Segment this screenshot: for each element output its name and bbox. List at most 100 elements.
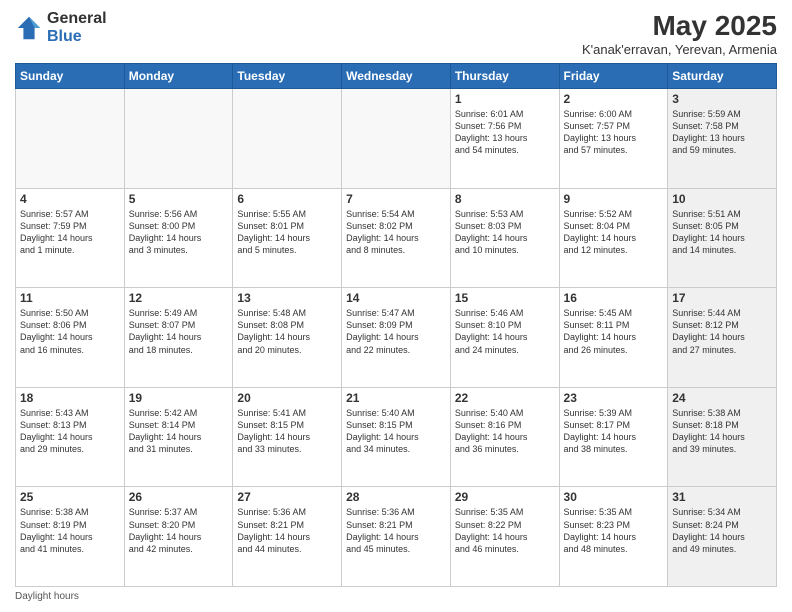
table-row: 22Sunrise: 5:40 AM Sunset: 8:16 PM Dayli… [450,387,559,487]
day-info: Sunrise: 5:35 AM Sunset: 8:23 PM Dayligh… [564,506,664,555]
table-row: 14 Sunrise: 5:47 AM Sunset: 8:09 PM Dayli… [342,288,451,388]
table-row: 29Sunrise: 5:35 AM Sunset: 8:22 PM Dayli… [450,487,559,587]
calendar-day-header: Sunday [16,64,125,89]
table-row [342,89,451,189]
logo-text: General Blue [47,10,107,45]
day-info: Sunrise: 5:53 AM Sunset: 8:03 PM Dayligh… [455,208,555,257]
day-number: 13 [237,291,337,305]
day-number: 26 [129,490,229,504]
table-row: 2 Sunrise: 6:00 AM Sunset: 7:57 PM Daylig… [559,89,668,189]
day-number: 4 [20,192,120,206]
table-row: 9 Sunrise: 5:52 AM Sunset: 8:04 PM Daylig… [559,188,668,288]
day-info: Sunrise: 5:55 AM Sunset: 8:01 PM Dayligh… [237,208,337,257]
day-number: 12 [129,291,229,305]
logo-blue-text: Blue [47,28,107,46]
day-number: 7 [346,192,446,206]
table-row: 6 Sunrise: 5:55 AM Sunset: 8:01 PM Daylig… [233,188,342,288]
table-row: 11 Sunrise: 5:50 AM Sunset: 8:06 PM Dayli… [16,288,125,388]
day-info: Sunrise: 5:54 AM Sunset: 8:02 PM Dayligh… [346,208,446,257]
day-info: Sunrise: 5:51 AM Sunset: 8:05 PM Dayligh… [672,208,772,257]
day-info: Sunrise: 5:40 AM Sunset: 8:15 PM Dayligh… [346,407,446,456]
calendar-day-header: Thursday [450,64,559,89]
day-number: 15 [455,291,555,305]
table-row: 18Sunrise: 5:43 AM Sunset: 8:13 PM Dayli… [16,387,125,487]
calendar-title: May 2025 [582,10,777,42]
table-row: 21 Sunrise: 5:40 AM Sunset: 8:15 PM Dayli… [342,387,451,487]
table-row: 20 Sunrise: 5:41 AM Sunset: 8:15 PM Dayli… [233,387,342,487]
day-info: Sunrise: 5:36 AM Sunset: 8:21 PM Dayligh… [346,506,446,555]
calendar-week-row: 4 Sunrise: 5:57 AM Sunset: 7:59 PM Daylig… [16,188,777,288]
day-number: 28 [346,490,446,504]
day-number: 22 [455,391,555,405]
day-number: 6 [237,192,337,206]
day-number: 19 [129,391,229,405]
day-number: 14 [346,291,446,305]
calendar-week-row: 11 Sunrise: 5:50 AM Sunset: 8:06 PM Dayli… [16,288,777,388]
table-row: 4 Sunrise: 5:57 AM Sunset: 7:59 PM Daylig… [16,188,125,288]
table-row: 7 Sunrise: 5:54 AM Sunset: 8:02 PM Daylig… [342,188,451,288]
day-number: 25 [20,490,120,504]
table-row: 17Sunrise: 5:44 AM Sunset: 8:12 PM Dayli… [668,288,777,388]
day-info: Sunrise: 5:59 AM Sunset: 7:58 PM Dayligh… [672,108,772,157]
day-number: 31 [672,490,772,504]
table-row [233,89,342,189]
day-info: Sunrise: 5:50 AM Sunset: 8:06 PM Dayligh… [20,307,120,356]
day-number: 20 [237,391,337,405]
calendar-subtitle: K'anak'erravan, Yerevan, Armenia [582,42,777,57]
page: General Blue May 2025 K'anak'erravan, Ye… [0,0,792,612]
day-info: Sunrise: 6:00 AM Sunset: 7:57 PM Dayligh… [564,108,664,157]
day-info: Sunrise: 5:46 AM Sunset: 8:10 PM Dayligh… [455,307,555,356]
day-info: Sunrise: 5:41 AM Sunset: 8:15 PM Dayligh… [237,407,337,456]
table-row: 23Sunrise: 5:39 AM Sunset: 8:17 PM Dayli… [559,387,668,487]
calendar-day-header: Tuesday [233,64,342,89]
day-info: Sunrise: 5:47 AM Sunset: 8:09 PM Dayligh… [346,307,446,356]
table-row: 30 Sunrise: 5:35 AM Sunset: 8:23 PM Dayli… [559,487,668,587]
day-info: Sunrise: 5:43 AM Sunset: 8:13 PM Dayligh… [20,407,120,456]
day-info: Sunrise: 5:44 AM Sunset: 8:12 PM Dayligh… [672,307,772,356]
table-row [16,89,125,189]
day-info: Sunrise: 5:57 AM Sunset: 7:59 PM Dayligh… [20,208,120,257]
table-row: 8 Sunrise: 5:53 AM Sunset: 8:03 PM Daylig… [450,188,559,288]
day-info: Sunrise: 5:37 AM Sunset: 8:20 PM Dayligh… [129,506,229,555]
day-number: 2 [564,92,664,106]
day-number: 30 [564,490,664,504]
table-row: 15 Sunrise: 5:46 AM Sunset: 8:10 PM Dayli… [450,288,559,388]
table-row: 31 Sunrise: 5:34 AM Sunset: 8:24 PM Dayli… [668,487,777,587]
day-number: 27 [237,490,337,504]
day-number: 21 [346,391,446,405]
calendar-week-row: 18Sunrise: 5:43 AM Sunset: 8:13 PM Dayli… [16,387,777,487]
table-row: 25 Sunrise: 5:38 AM Sunset: 8:19 PM Dayli… [16,487,125,587]
day-info: Sunrise: 5:56 AM Sunset: 8:00 PM Dayligh… [129,208,229,257]
title-block: May 2025 K'anak'erravan, Yerevan, Armeni… [582,10,777,57]
table-row: 27Sunrise: 5:36 AM Sunset: 8:21 PM Dayli… [233,487,342,587]
calendar-header-row: SundayMondayTuesdayWednesdayThursdayFrid… [16,64,777,89]
day-number: 23 [564,391,664,405]
day-info: Sunrise: 6:01 AM Sunset: 7:56 PM Dayligh… [455,108,555,157]
day-info: Sunrise: 5:42 AM Sunset: 8:14 PM Dayligh… [129,407,229,456]
table-row: 10Sunrise: 5:51 AM Sunset: 8:05 PM Dayli… [668,188,777,288]
calendar-day-header: Wednesday [342,64,451,89]
table-row [124,89,233,189]
table-row: 19 Sunrise: 5:42 AM Sunset: 8:14 PM Dayli… [124,387,233,487]
day-info: Sunrise: 5:38 AM Sunset: 8:18 PM Dayligh… [672,407,772,456]
day-number: 24 [672,391,772,405]
day-info: Sunrise: 5:49 AM Sunset: 8:07 PM Dayligh… [129,307,229,356]
day-number: 9 [564,192,664,206]
day-number: 5 [129,192,229,206]
day-info: Sunrise: 5:52 AM Sunset: 8:04 PM Dayligh… [564,208,664,257]
calendar-week-row: 1 Sunrise: 6:01 AM Sunset: 7:56 PM Daylig… [16,89,777,189]
table-row: 13Sunrise: 5:48 AM Sunset: 8:08 PM Dayli… [233,288,342,388]
calendar-day-header: Friday [559,64,668,89]
calendar-week-row: 25 Sunrise: 5:38 AM Sunset: 8:19 PM Dayli… [16,487,777,587]
day-number: 1 [455,92,555,106]
day-number: 16 [564,291,664,305]
calendar-day-header: Monday [124,64,233,89]
day-info: Sunrise: 5:38 AM Sunset: 8:19 PM Dayligh… [20,506,120,555]
table-row: 12 Sunrise: 5:49 AM Sunset: 8:07 PM Dayli… [124,288,233,388]
calendar-day-header: Saturday [668,64,777,89]
day-number: 11 [20,291,120,305]
table-row: 1 Sunrise: 6:01 AM Sunset: 7:56 PM Daylig… [450,89,559,189]
day-info: Sunrise: 5:34 AM Sunset: 8:24 PM Dayligh… [672,506,772,555]
day-number: 8 [455,192,555,206]
logo-icon [15,14,43,42]
